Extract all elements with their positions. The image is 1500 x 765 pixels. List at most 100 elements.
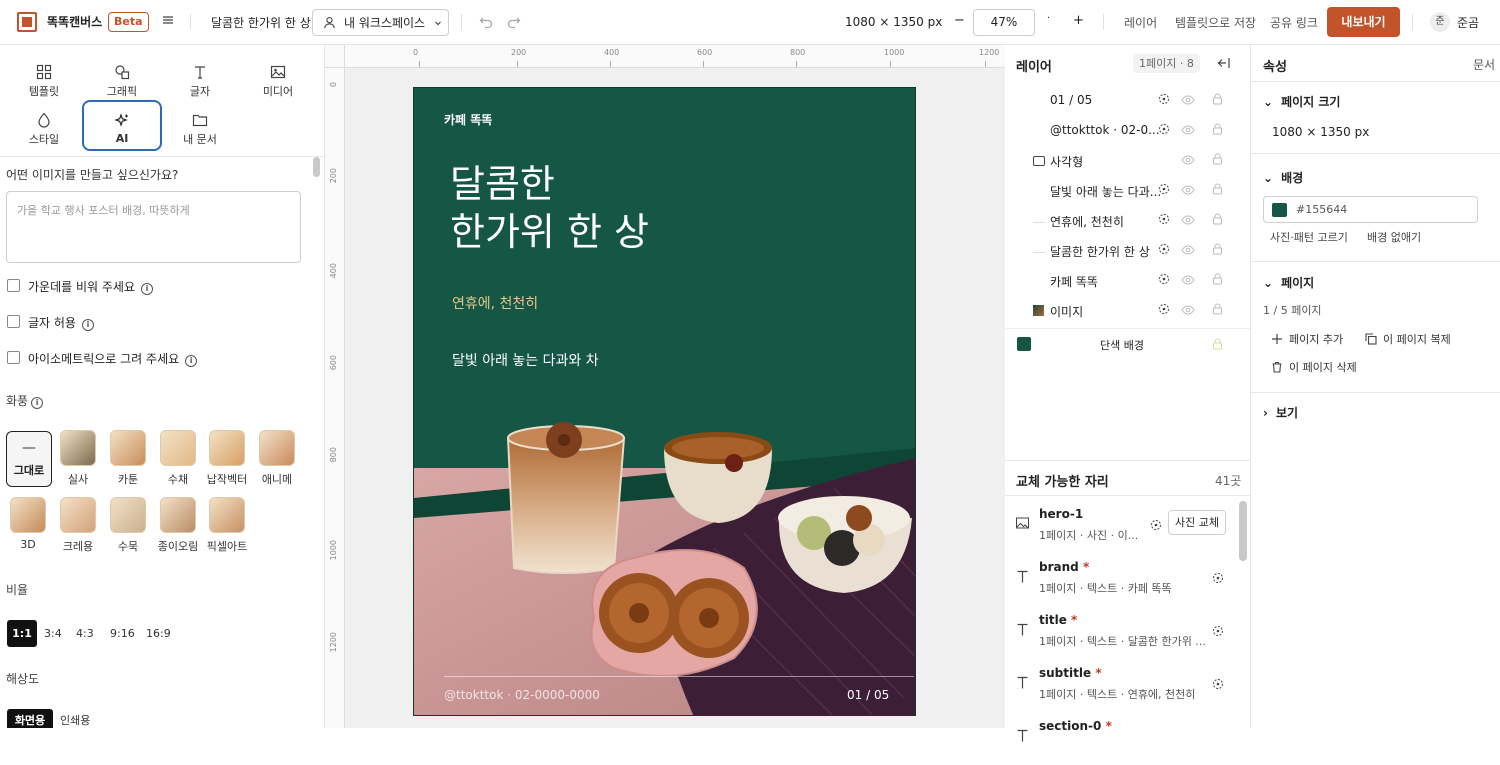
poster-subtitle[interactable]: 연휴에, 천천히 <box>452 293 538 313</box>
document-title[interactable]: 달콤한 한가위 한 상 <box>211 14 311 31</box>
layer-item[interactable]: 이미지 <box>1005 295 1235 325</box>
style-option[interactable]: 수채 <box>156 430 200 486</box>
eye-icon[interactable] <box>1181 184 1195 198</box>
lock-icon[interactable] <box>1212 93 1223 108</box>
delete-page-button[interactable]: 이 페이지 삭제 <box>1271 359 1357 375</box>
remove-bg-link[interactable]: 배경 없애기 <box>1367 229 1421 245</box>
zoom-dropdown-icon[interactable]: · <box>1047 13 1050 24</box>
target-icon[interactable] <box>1158 93 1170 108</box>
layers-menu[interactable]: 레이어 <box>1124 14 1157 31</box>
layer-item[interactable]: 카페 똑똑 <box>1005 265 1235 295</box>
zoom-out-button[interactable]: − <box>954 13 965 28</box>
page-section[interactable]: ⌄ 페이지 <box>1263 274 1314 291</box>
style-option[interactable]: 애니메 <box>255 430 299 486</box>
placeholder-item[interactable]: hero-1 1페이지 · 사진 · 이... 사진 교체 <box>1010 503 1240 553</box>
tool-text[interactable]: 글자 <box>160 53 240 103</box>
target-icon[interactable] <box>1158 213 1170 228</box>
style-option[interactable]: 크레용 <box>56 497 100 553</box>
poster-title[interactable]: 달콤한 한가위 한 상 <box>450 160 649 256</box>
lock-icon[interactable] <box>1212 153 1223 168</box>
user-name[interactable]: 준곰 <box>1457 14 1479 31</box>
placeholders-scrollbar[interactable] <box>1239 501 1247 561</box>
eye-icon[interactable] <box>1181 214 1195 228</box>
target-icon[interactable] <box>1158 123 1170 138</box>
target-icon[interactable] <box>1158 183 1170 198</box>
layer-item[interactable]: @ttokttok · 02-0... <box>1005 115 1235 145</box>
prompt-textarea[interactable]: 가을 학교 행사 포스터 배경, 따뜻하게 <box>6 191 301 263</box>
info-icon[interactable]: i <box>185 355 198 367</box>
placeholder-item[interactable]: subtitle * 1페이지 · 텍스트 · 연휴에, 천천히 <box>1010 662 1240 712</box>
target-icon[interactable] <box>1158 273 1170 288</box>
tool-graphics[interactable]: 그래픽 <box>82 53 162 103</box>
style-option[interactable]: 픽셀아트 <box>205 497 249 553</box>
layer-item[interactable]: 달콤한 한가위 한 상 <box>1005 235 1235 265</box>
eye-icon[interactable] <box>1181 154 1195 168</box>
target-icon[interactable] <box>1150 519 1162 534</box>
export-button[interactable]: 내보내기 <box>1327 7 1400 37</box>
placeholder-item[interactable]: title * 1페이지 · 텍스트 · 달콤한 한가위 ... <box>1010 609 1240 659</box>
target-icon[interactable] <box>1158 303 1170 318</box>
res-print[interactable]: 인쇄용 <box>60 709 90 728</box>
target-icon[interactable] <box>1212 678 1224 693</box>
background-section[interactable]: ⌄ 배경 <box>1263 169 1303 186</box>
placeholder-item[interactable]: section-0 * <box>1010 715 1240 765</box>
lock-icon[interactable] <box>1212 303 1223 318</box>
page-size-section[interactable]: ⌄ 페이지 크기 <box>1263 93 1340 110</box>
ratio-1-1[interactable]: 1:1 <box>7 620 37 647</box>
lock-icon[interactable] <box>1212 123 1223 138</box>
eye-icon[interactable] <box>1181 244 1195 258</box>
tool-style[interactable]: 스타일 <box>4 101 84 151</box>
tool-ai[interactable]: AI <box>82 100 162 151</box>
menu-icon[interactable] <box>162 14 174 26</box>
lock-icon[interactable] <box>1212 213 1223 228</box>
ratio-3-4[interactable]: 3:4 <box>44 620 64 647</box>
collapse-panel-icon[interactable] <box>1217 56 1231 73</box>
target-icon[interactable] <box>1212 572 1224 587</box>
tool-templates[interactable]: 템플릿 <box>4 53 84 103</box>
eye-icon[interactable] <box>1181 274 1195 288</box>
view-section[interactable]: › 보기 <box>1263 404 1298 421</box>
layer-item[interactable]: 연휴에, 천천히 <box>1005 205 1235 235</box>
lock-icon[interactable] <box>1212 243 1223 258</box>
style-option[interactable]: 수묵 <box>106 497 150 553</box>
left-scrollbar[interactable] <box>313 157 320 177</box>
style-option[interactable]: 실사 <box>56 430 100 486</box>
layer-item[interactable]: 01 / 05 <box>1005 85 1235 115</box>
lock-icon[interactable] <box>1212 273 1223 288</box>
redo-icon[interactable] <box>507 15 521 29</box>
zoom-in-button[interactable]: + <box>1073 13 1084 28</box>
info-icon[interactable]: i <box>141 283 153 295</box>
share-link-menu[interactable]: 공유 링크 <box>1270 14 1318 31</box>
tool-media[interactable]: 미디어 <box>238 53 318 103</box>
style-option[interactable]: 3D <box>6 497 50 553</box>
tool-my-docs[interactable]: 내 문서 <box>160 101 240 151</box>
style-option[interactable]: 종이오림 <box>156 497 200 553</box>
layer-item[interactable]: 달빛 아래 놓는 다과... <box>1005 175 1235 205</box>
target-icon[interactable] <box>1158 243 1170 258</box>
replace-photo-button[interactable]: 사진 교체 <box>1168 510 1226 535</box>
eye-icon[interactable] <box>1181 94 1195 108</box>
iso-checkbox[interactable] <box>7 351 20 364</box>
layer-background[interactable]: 단색 배경 <box>1100 337 1144 353</box>
eye-icon[interactable] <box>1181 124 1195 138</box>
poster-page[interactable]: 카페 똑똑 달콤한 한가위 한 상 연휴에, 천천히 달빛 아래 놓는 다과와 … <box>413 87 916 716</box>
eye-icon[interactable] <box>1181 304 1195 318</box>
bg-color-input[interactable]: #155644 <box>1263 196 1478 223</box>
lock-icon[interactable] <box>1212 183 1223 198</box>
avatar[interactable]: 준 <box>1430 12 1450 32</box>
info-icon[interactable]: i <box>81 319 94 331</box>
ratio-16-9[interactable]: 16:9 <box>146 620 171 647</box>
info-icon[interactable]: i <box>31 397 44 409</box>
text-checkbox[interactable] <box>7 315 20 328</box>
poster-hero-image[interactable] <box>414 418 915 715</box>
poster-brand[interactable]: 카페 똑똑 <box>444 111 492 128</box>
layer-item[interactable]: 사각형 <box>1005 145 1235 175</box>
poster-contact[interactable]: @ttokttok · 02-0000-0000 <box>444 688 600 702</box>
placeholder-item[interactable]: brand * 1페이지 · 텍스트 · 카페 똑똑 <box>1010 556 1240 606</box>
photo-pattern-link[interactable]: 사진·패턴 고르기 <box>1270 229 1348 245</box>
style-option[interactable]: 납작벡터 <box>205 430 249 486</box>
ratio-4-3[interactable]: 4:3 <box>76 620 96 647</box>
duplicate-page-button[interactable]: 이 페이지 복제 <box>1365 331 1451 347</box>
zoom-input[interactable]: 47% <box>973 9 1035 36</box>
center-checkbox[interactable] <box>7 279 20 292</box>
